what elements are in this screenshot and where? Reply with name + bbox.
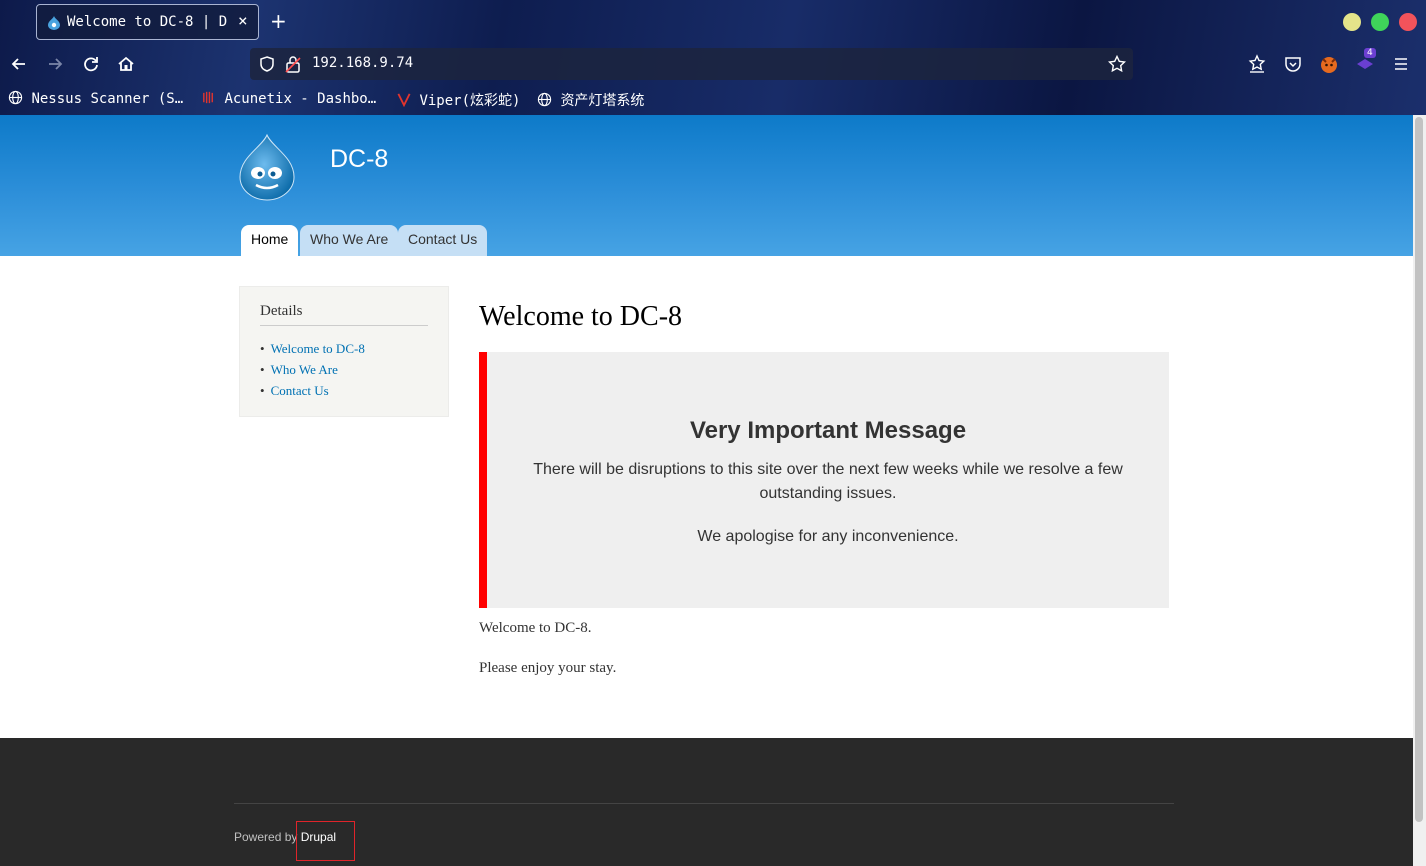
extension-badge-icon[interactable]: 4 <box>1354 48 1376 75</box>
extension-badge-count: 4 <box>1364 48 1376 58</box>
enjoy-paragraph: Please enjoy your stay. <box>479 660 617 676</box>
tab-close-icon[interactable]: × <box>238 11 248 30</box>
notice-apology: We apologise for any inconvenience. <box>697 528 959 545</box>
menu-hamburger-icon[interactable] <box>1390 53 1412 75</box>
site-footer: Powered by Drupal <box>0 738 1413 866</box>
sidebar-link-who-we-are[interactable]: Who We Are <box>260 362 365 383</box>
acunetix-icon <box>203 91 213 104</box>
forward-button[interactable] <box>44 53 66 75</box>
drupal-favicon-icon <box>47 16 61 34</box>
sidebar-link-contact-us[interactable]: Contact Us <box>260 383 365 404</box>
sidebar-link-list: Welcome to DC-8 Who We Are Contact Us <box>260 341 365 404</box>
highlight-box <box>296 821 355 861</box>
site-header: DC-8 Home Who We Are Contact Us <box>0 115 1413 256</box>
window-close-button[interactable] <box>1399 13 1417 31</box>
bookmark-acunetix[interactable]: Acunetix - Dashbo… <box>201 90 376 107</box>
insecure-lock-icon[interactable] <box>285 55 301 77</box>
sidebar-link-welcome[interactable]: Welcome to DC-8 <box>260 341 365 362</box>
sidebar-heading: Details <box>260 303 303 319</box>
window-maximize-button[interactable] <box>1371 13 1389 31</box>
bookmark-asset-lighthouse[interactable]: 资产灯塔系统 <box>537 90 644 110</box>
url-text[interactable]: 192.168.9.74 <box>312 55 413 71</box>
nav-tab-who-we-are[interactable]: Who We Are <box>300 225 399 256</box>
globe-icon <box>8 90 23 105</box>
window-minimize-button[interactable] <box>1343 13 1361 31</box>
site-name[interactable]: DC-8 <box>330 145 388 174</box>
bookmarks-library-icon[interactable] <box>1246 53 1268 75</box>
nav-tab-home[interactable]: Home <box>241 225 299 256</box>
sidebar-details-block: Details Welcome to DC-8 Who We Are Conta… <box>239 286 449 417</box>
browser-tab[interactable]: Welcome to DC-8 | D × <box>36 4 259 40</box>
globe-icon <box>537 92 552 107</box>
new-tab-button[interactable]: + <box>270 9 287 33</box>
drupal-logo-icon[interactable] <box>236 133 298 205</box>
url-bar[interactable]: 192.168.9.74 <box>250 48 1133 80</box>
notice-heading: Very Important Message <box>689 417 967 444</box>
page-title: Welcome to DC-8 <box>479 301 683 332</box>
footer-divider <box>234 803 1174 804</box>
nav-tab-contact-us[interactable]: Contact Us <box>398 225 488 256</box>
sidebar-divider <box>260 325 428 326</box>
web-page: DC-8 Home Who We Are Contact Us Details … <box>0 115 1413 866</box>
bookmark-viper[interactable]: Viper(炫彩蛇) <box>397 90 520 110</box>
reload-button[interactable] <box>80 53 102 75</box>
viper-icon <box>397 93 411 108</box>
bookmark-nessus[interactable]: Nessus Scanner (S… <box>8 90 183 107</box>
important-message-box: Very Important Message There will be dis… <box>479 352 1169 608</box>
scrollbar-thumb[interactable] <box>1415 117 1423 822</box>
pocket-icon[interactable] <box>1282 53 1304 75</box>
browser-chrome: Welcome to DC-8 | D × + 192.168.9.74 4 N… <box>0 0 1426 115</box>
tab-title: Welcome to DC-8 | D <box>67 14 228 30</box>
welcome-paragraph: Welcome to DC-8. <box>479 620 592 636</box>
notice-text: There will be disruptions to this site o… <box>533 461 1123 502</box>
extension-fox-icon[interactable] <box>1318 53 1340 75</box>
bookmark-star-icon[interactable] <box>1107 54 1127 77</box>
tracking-shield-icon[interactable] <box>258 55 276 77</box>
home-button[interactable] <box>115 53 137 75</box>
page-scrollbar[interactable] <box>1413 115 1426 866</box>
back-button[interactable] <box>8 53 30 75</box>
